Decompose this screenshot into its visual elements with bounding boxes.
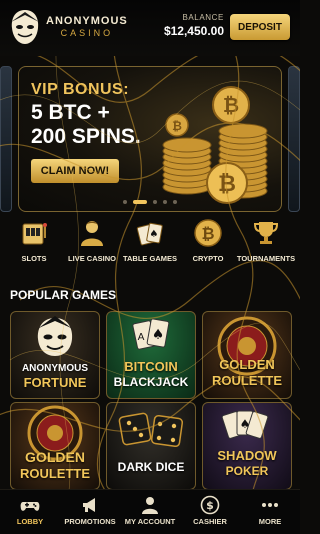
balance-display: BALANCE $12,450.00	[164, 13, 224, 38]
cards-icon: ♠	[136, 222, 163, 246]
game-tile-bitcoin-blackjack[interactable]: ♠ A BITCOIN BLACKJACK	[106, 311, 196, 399]
nav-label: MY ACCOUNT	[124, 517, 176, 526]
bottom-navigation: LOBBY PROMOTIONS MY ACCOUNT $ CASHIER MO…	[0, 489, 300, 534]
brand-name: ANONYMOUS	[46, 15, 128, 27]
anonymous-mask-logo-icon	[11, 10, 39, 44]
game-title-line-1: GOLDEN	[219, 357, 275, 372]
game-tile-golden-roulette-2[interactable]: GOLDEN ROULETTE	[10, 402, 100, 490]
nav-more[interactable]: MORE	[240, 490, 300, 534]
brand-wordmark: ANONYMOUS CASINO	[46, 15, 128, 39]
category-label: LIVE CASINO	[68, 254, 116, 263]
banner-line-3: 200 SPINS.	[31, 125, 141, 148]
balance-value: $12,450.00	[163, 24, 224, 38]
pagination-dot[interactable]	[163, 200, 167, 204]
more-dots-icon	[262, 503, 278, 507]
category-label: TABLE GAMES	[122, 254, 178, 263]
svg-text:♠: ♠	[152, 327, 165, 343]
banner-pagination	[120, 200, 180, 208]
brand-subtitle: CASINO	[60, 28, 114, 38]
megaphone-icon	[83, 498, 95, 512]
game-title: DARK DICE	[117, 460, 185, 474]
game-tile-dark-dice[interactable]: DARK DICE	[106, 402, 196, 490]
svg-text:₿: ₿	[201, 224, 214, 243]
game-title-line-2: FORTUNE	[23, 375, 87, 390]
game-title-line-2: ROULETTE	[19, 466, 91, 481]
game-title-line-2: BLACKJACK	[113, 375, 189, 389]
category-live-casino[interactable]: LIVE CASINO	[62, 218, 122, 268]
category-table-games[interactable]: ♠ TABLE GAMES	[120, 218, 180, 268]
top-header: ANONYMOUS CASINO BALANCE $12,450.00 DEPO…	[0, 0, 300, 56]
banner-title: VIP BONUS:	[31, 81, 130, 98]
svg-text:♠: ♠	[240, 417, 251, 431]
game-tile-anonymous-fortune[interactable]: ANONYMOUS FORTUNE	[10, 311, 100, 399]
claim-now-button[interactable]: CLAIM NOW!	[31, 159, 119, 183]
previous-banner-peek[interactable]	[0, 66, 12, 212]
category-slots[interactable]: SLOTS	[4, 218, 64, 268]
game-title-line-1: SHADOW	[217, 448, 277, 463]
nav-label: LOBBY	[16, 517, 44, 526]
game-tile-golden-roulette-1[interactable]: GOLDEN ROULETTE	[202, 311, 292, 399]
section-title: POPULAR GAMES	[10, 288, 117, 302]
promo-banner[interactable]: VIP BONUS: 5 BTC + 200 SPINS. CLAIM NOW!…	[18, 66, 282, 212]
game-title-line-1: GOLDEN	[25, 449, 85, 465]
category-label: TOURNAMENTS	[236, 254, 296, 263]
nav-lobby[interactable]: LOBBY	[0, 490, 60, 534]
svg-text:₿: ₿	[223, 93, 239, 117]
category-label: SLOTS	[21, 254, 47, 263]
nav-label: PROMOTIONS	[64, 517, 116, 526]
game-title-line-1: BITCOIN	[124, 359, 178, 374]
trophy-icon	[253, 222, 279, 244]
svg-text:♠: ♠	[150, 229, 159, 240]
bitcoin-icon: ₿	[194, 219, 222, 247]
balance-label: BALANCE	[182, 13, 224, 22]
slot-machine-icon	[22, 223, 47, 245]
dice-icon	[118, 412, 184, 448]
category-crypto[interactable]: ₿ CRYPTO	[178, 218, 238, 268]
nav-cashier[interactable]: $ CASHIER	[180, 490, 240, 534]
svg-text:A: A	[138, 332, 145, 343]
banner-line-2: 5 BTC +	[31, 101, 110, 124]
category-tournaments[interactable]: TOURNAMENTS	[236, 218, 296, 268]
nav-promotions[interactable]: PROMOTIONS	[60, 490, 120, 534]
nav-label: CASHIER	[193, 517, 227, 526]
svg-text:$: $	[206, 499, 214, 512]
next-banner-peek[interactable]	[288, 66, 300, 212]
category-label: CRYPTO	[192, 254, 224, 263]
user-icon	[142, 497, 158, 514]
bitcoin-coin-stack-icon: ₿ ₿ ₿	[162, 86, 268, 204]
pagination-dot[interactable]	[153, 200, 157, 204]
game-title-line-2: POKER	[225, 464, 269, 478]
nav-my-account[interactable]: MY ACCOUNT	[120, 490, 180, 534]
pagination-dot[interactable]	[123, 200, 127, 204]
category-row: SLOTS LIVE CASINO ♠ TABLE GAMES ₿ CRYPTO	[0, 218, 300, 268]
svg-text:₿: ₿	[172, 119, 182, 133]
pagination-dot[interactable]	[173, 200, 177, 204]
gamepad-icon	[20, 502, 40, 511]
pagination-dot-active[interactable]	[133, 200, 147, 204]
game-tile-shadow-poker[interactable]: ♠ SHADOW POKER	[202, 402, 292, 490]
nav-label: MORE	[258, 517, 282, 526]
dollar-coin-icon: $	[200, 495, 220, 515]
dealer-icon	[81, 221, 103, 246]
deposit-button[interactable]: DEPOSIT	[230, 14, 290, 40]
svg-text:₿: ₿	[218, 172, 236, 197]
game-title-line-2: ROULETTE	[211, 373, 283, 388]
